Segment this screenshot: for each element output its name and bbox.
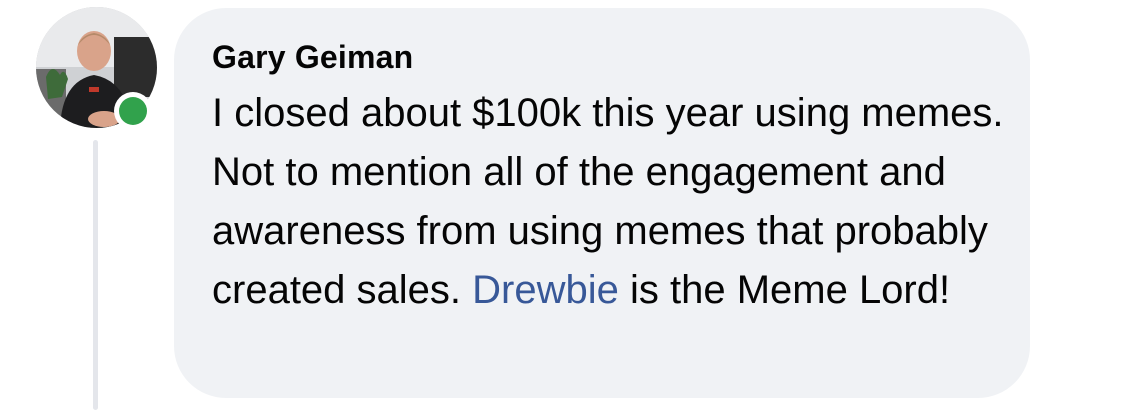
comment-body: I closed about $100k this year using mem… [212, 84, 1012, 320]
online-status-indicator [114, 92, 152, 130]
mention-link[interactable]: Drewbie [472, 268, 619, 312]
comment-bubble: Gary Geiman I closed about $100k this ye… [174, 8, 1030, 398]
comment-thread: Gary Geiman I closed about $100k this ye… [0, 0, 1125, 410]
online-status-dot [119, 97, 147, 125]
comment-author-name[interactable]: Gary Geiman [212, 38, 1010, 76]
comment-text-part: is the Meme Lord! [618, 268, 951, 312]
author-avatar-container[interactable] [36, 7, 157, 130]
thread-connector-line [93, 140, 98, 410]
